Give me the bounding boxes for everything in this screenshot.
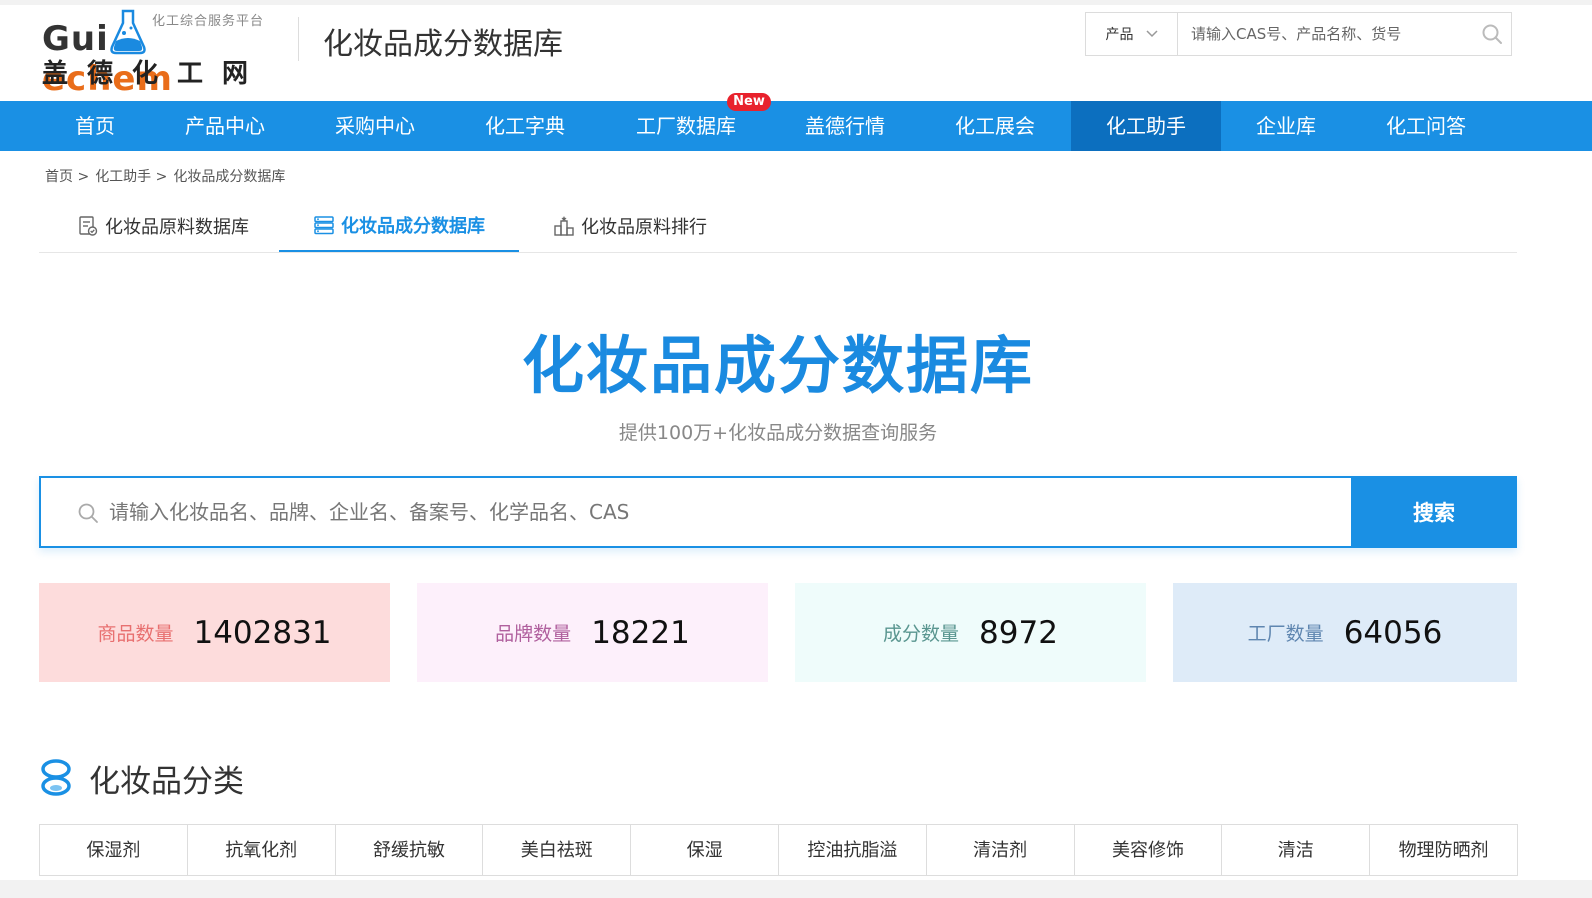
breadcrumb-current: 化妆品成分数据库 [173, 169, 286, 185]
db-tabs: 化妆品原料数据库 化妆品成分数据库 化妆品原料排行 [39, 200, 1517, 253]
document-check-icon [79, 216, 98, 236]
search-category-label: 产品 [1105, 27, 1134, 43]
nav-item-assistant[interactable]: 化工助手 [1071, 101, 1221, 151]
stat-card-ingredients[interactable]: 成分数量 8972 [795, 583, 1146, 682]
category-item[interactable]: 保湿剂 [40, 825, 188, 875]
nav-item-purchase[interactable]: 采购中心 [316, 101, 434, 151]
stat-card-brands[interactable]: 品牌数量 18221 [417, 583, 768, 682]
chevron-down-icon [1145, 30, 1158, 38]
stat-value: 1402831 [193, 614, 332, 651]
search-button[interactable]: 搜索 [1351, 476, 1517, 548]
database-list-icon [314, 216, 334, 235]
stat-card-products[interactable]: 商品数量 1402831 [39, 583, 390, 682]
nav-item-qa[interactable]: 化工问答 [1367, 101, 1485, 151]
site-logo[interactable]: 化工综合服务平台 Guiechem 盖德化工网 [42, 5, 274, 99]
stacked-rings-icon [41, 759, 71, 796]
main-nav: 首页 产品中心 采购中心 化工字典 工厂数据库 盖德行情 化工展会 化工助手 企… [0, 101, 1592, 151]
logo-chinese: 盖德化工网 [42, 59, 268, 89]
search-icon[interactable] [1481, 23, 1503, 45]
category-item[interactable]: 美容修饰 [1075, 825, 1223, 875]
category-item[interactable]: 保湿 [631, 825, 779, 875]
category-item[interactable]: 美白祛斑 [483, 825, 632, 875]
search-category-select[interactable]: 产品 [1086, 13, 1178, 55]
category-item[interactable]: 清洁 [1222, 825, 1371, 875]
site-header: 化工综合服务平台 Guiechem 盖德化工网 化妆品成分数据库 产品 [0, 5, 1592, 101]
nav-item-dictionary[interactable]: 化工字典 [466, 101, 584, 151]
category-item[interactable]: 清洁剂 [927, 825, 1075, 875]
stat-value: 18221 [591, 614, 690, 651]
breadcrumb-assistant[interactable]: 化工助手 > [95, 166, 167, 186]
category-section-header: 化妆品分类 [39, 756, 244, 800]
stat-label: 品牌数量 [495, 623, 572, 645]
site-title: 化妆品成分数据库 [323, 27, 563, 62]
main-search-input[interactable] [109, 478, 1349, 546]
hero-subtitle: 提供100万+化妆品成分数据查询服务 [618, 422, 938, 444]
tab-ingredient-db[interactable]: 化妆品成分数据库 [279, 200, 519, 252]
top-search-box: 产品 [1085, 12, 1512, 56]
tab-label: 化妆品原料排行 [581, 217, 707, 238]
tab-label: 化妆品成分数据库 [341, 216, 485, 237]
breadcrumb: 首页 > 化工助手 > 化妆品成分数据库 [45, 166, 285, 186]
nav-item-exhibition[interactable]: 化工展会 [936, 101, 1054, 151]
bottom-edge [0, 880, 1592, 898]
search-icon [78, 503, 98, 523]
category-item[interactable]: 控油抗脂溢 [779, 825, 927, 875]
stat-label: 工厂数量 [1247, 623, 1324, 645]
tab-label: 化妆品原料数据库 [105, 217, 249, 238]
flask-logo-icon [110, 9, 146, 55]
category-item[interactable]: 舒缓抗敏 [336, 825, 484, 875]
nav-item-products[interactable]: 产品中心 [166, 101, 284, 151]
nav-item-home[interactable]: 首页 [39, 101, 151, 151]
tab-raw-material-ranking[interactable]: 化妆品原料排行 [553, 200, 707, 252]
stat-label: 商品数量 [97, 623, 174, 645]
stat-value: 64056 [1343, 614, 1443, 651]
ranking-podium-icon [554, 216, 574, 236]
stat-value: 8972 [979, 614, 1058, 651]
stat-label: 成分数量 [883, 623, 960, 645]
top-search-input[interactable] [1179, 13, 1469, 55]
stat-card-factories[interactable]: 工厂数量 64056 [1173, 583, 1517, 682]
nav-item-market[interactable]: 盖德行情 [786, 101, 904, 151]
hero-title: 化妆品成分数据库 [521, 329, 1034, 402]
nav-item-enterprise[interactable]: 企业库 [1237, 101, 1335, 151]
category-grid: 保湿剂 抗氧化剂 舒缓抗敏 美白祛斑 保湿 控油抗脂溢 清洁剂 美容修饰 清洁 … [39, 824, 1518, 876]
header-divider [298, 17, 299, 61]
category-item[interactable]: 抗氧化剂 [188, 825, 336, 875]
category-item[interactable]: 物理防晒剂 [1370, 825, 1517, 875]
new-badge: New [727, 93, 771, 111]
tab-raw-material-db[interactable]: 化妆品原料数据库 [77, 200, 249, 252]
main-search-box: 搜索 [39, 476, 1517, 548]
category-title: 化妆品分类 [89, 763, 244, 800]
breadcrumb-home[interactable]: 首页 > [45, 166, 89, 186]
